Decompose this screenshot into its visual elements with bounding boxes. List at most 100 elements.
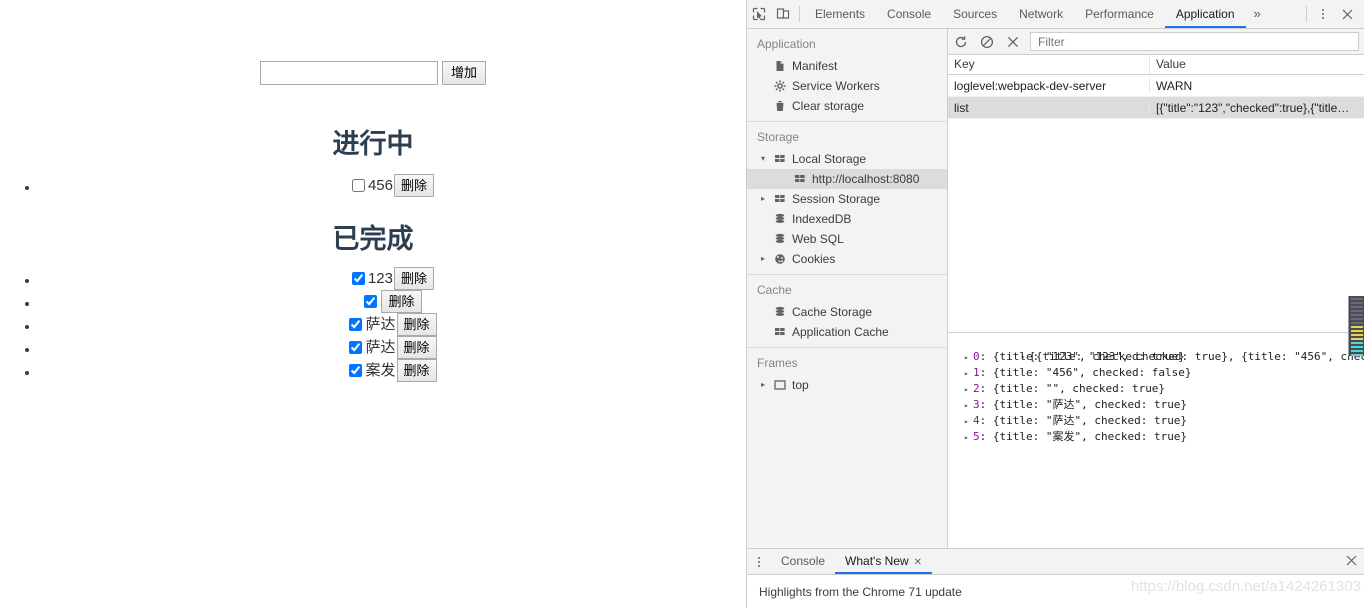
sidebar-item-service-workers[interactable]: Service Workers: [747, 76, 947, 96]
sidebar-storage-items: ▾ Local Storage http://localhost:8080 ▸ Sess…: [747, 149, 947, 269]
chevron-right-icon[interactable]: ▸: [964, 382, 973, 398]
preview-root-line[interactable]: ▾ [{title: "123", checked: true}, {title:…: [948, 333, 1364, 363]
tab-application[interactable]: Application: [1165, 0, 1246, 28]
column-header-value: Value: [1156, 57, 1186, 71]
devtools-tabbar-right: [1302, 2, 1364, 26]
list-item: 456删除: [40, 174, 746, 197]
sidebar-item-indexeddb[interactable]: IndexedDB: [747, 209, 947, 229]
sidebar-item-cookies[interactable]: ▸ Cookies: [747, 249, 947, 269]
list-item: 案发删除: [40, 359, 746, 382]
web-page-viewport: 增加 进行中 456删除 已完成 123删除删除萨达删除萨达删除案发删除: [0, 0, 746, 608]
todo-checkbox[interactable]: [349, 341, 363, 354]
sidebar-item-local-storage[interactable]: ▾ Local Storage: [747, 149, 947, 169]
inspect-element-icon[interactable]: [747, 2, 771, 26]
todo-input[interactable]: [260, 61, 438, 85]
clear-prohibition-icon[interactable]: [974, 29, 1000, 54]
preview-entry-text: : {title: "案发", checked: true}: [979, 430, 1188, 443]
refresh-icon[interactable]: [948, 29, 974, 54]
todo-checkbox[interactable]: [351, 272, 365, 285]
todo-title: 萨达: [365, 339, 396, 356]
filter-box[interactable]: [1030, 32, 1359, 51]
sidebar-item-top[interactable]: ▸ top: [747, 375, 947, 395]
table-row[interactable]: loglevel:webpack-dev-server WARN: [948, 75, 1364, 97]
more-tabs-button[interactable]: »: [1246, 0, 1269, 28]
drawer-tab-close-icon[interactable]: ✕: [914, 557, 922, 568]
chevron-right-icon[interactable]: ▸: [964, 366, 973, 382]
preview-entry-index: 3: [973, 398, 980, 411]
chevron-right-icon[interactable]: ▸: [964, 414, 973, 430]
todo-title: 456: [367, 177, 393, 194]
drawer-tab-what-s-new[interactable]: What's New ✕: [835, 549, 932, 574]
sidebar-item-session-storage[interactable]: ▸ Session Storage: [747, 189, 947, 209]
delete-x-icon[interactable]: [1000, 29, 1026, 54]
sidebar-item-label: Local Storage: [792, 152, 867, 166]
sidebar-item-cache-storage[interactable]: Cache Storage: [747, 302, 947, 322]
doing-section-title: 进行中: [332, 129, 414, 159]
chevron-right-icon[interactable]: ▸: [761, 375, 771, 395]
sidebar-item-manifest[interactable]: Manifest: [747, 56, 947, 76]
tab-performance[interactable]: Performance: [1074, 0, 1165, 28]
chevron-right-icon[interactable]: ▸: [964, 350, 973, 366]
sidebar-item-web-sql[interactable]: Web SQL: [747, 229, 947, 249]
database-icon: [771, 233, 789, 245]
column-header-key: Key: [948, 55, 1150, 74]
database-icon: [771, 306, 789, 318]
preview-entry-text: : {title: "萨达", checked: true}: [979, 398, 1188, 411]
sidebar-item-label: Application Cache: [792, 325, 889, 339]
preview-entry[interactable]: ▸ 4: {title: "萨达", checked: true}: [948, 413, 1364, 429]
todo-title: 123: [367, 270, 393, 287]
preview-entry[interactable]: ▸ 1: {title: "456", checked: false}: [948, 365, 1364, 381]
todo-row: 456删除: [351, 174, 435, 197]
table-row[interactable]: list [{"title":"123","checked":true},{"ti…: [948, 97, 1364, 119]
todo-row: 萨达删除: [349, 313, 437, 336]
tab-network[interactable]: Network: [1008, 0, 1074, 28]
watermark: https://blog.csdn.net/a1424261303: [1130, 578, 1361, 595]
list-item: 删除: [40, 290, 746, 313]
storage-grid-icon: [771, 153, 789, 165]
document-icon: [771, 60, 789, 72]
edge-overlay-widget: [1348, 296, 1364, 356]
delete-todo-button[interactable]: 删除: [394, 267, 435, 290]
sidebar-cache-items: Cache Storage Application Cache: [747, 302, 947, 342]
storage-grid-icon: [771, 326, 789, 338]
drawer-tab-console[interactable]: Console: [771, 549, 835, 574]
drawer-kebab-menu-icon[interactable]: [747, 550, 771, 574]
delete-todo-button[interactable]: 删除: [396, 313, 437, 336]
delete-todo-button[interactable]: 删除: [396, 359, 437, 382]
todo-row: 案发删除: [349, 359, 437, 382]
sidebar-item-http-localhost-8080[interactable]: http://localhost:8080: [747, 169, 947, 189]
chevron-right-icon[interactable]: ▸: [964, 430, 973, 446]
kebab-menu-icon[interactable]: [1311, 2, 1335, 26]
chevron-right-icon[interactable]: ▸: [761, 189, 771, 209]
sidebar-application-items: Manifest Service Workers Clear storage: [747, 56, 947, 116]
delete-todo-button[interactable]: 删除: [381, 290, 422, 313]
preview-entry[interactable]: ▸ 3: {title: "萨达", checked: true}: [948, 397, 1364, 413]
sidebar-item-clear-storage[interactable]: Clear storage: [747, 96, 947, 116]
delete-todo-button[interactable]: 删除: [394, 174, 435, 197]
devtools-tab-list: Elements Console Sources Network Performance…: [804, 0, 1246, 28]
todo-checkbox[interactable]: [349, 318, 363, 331]
tab-sources[interactable]: Sources: [942, 0, 1008, 28]
tab-elements[interactable]: Elements: [804, 0, 876, 28]
close-icon[interactable]: [1335, 2, 1359, 26]
sidebar-item-application-cache[interactable]: Application Cache: [747, 322, 947, 342]
sidebar-item-label: Manifest: [792, 59, 838, 73]
device-toolbar-icon[interactable]: [771, 2, 795, 26]
todo-checkbox[interactable]: [351, 179, 365, 192]
storage-key-value-table: Key Value loglevel:webpack-dev-server WAR…: [948, 55, 1364, 352]
preview-entry[interactable]: ▸ 2: {title: "", checked: true}: [948, 381, 1364, 397]
chevron-right-icon[interactable]: ▸: [761, 249, 771, 269]
chevron-down-icon[interactable]: ▾: [761, 149, 771, 169]
add-todo-button[interactable]: 增加: [442, 61, 487, 85]
filter-input[interactable]: [1036, 33, 1353, 50]
tab-console[interactable]: Console: [876, 0, 942, 28]
todo-checkbox[interactable]: [349, 364, 363, 377]
todo-checkbox[interactable]: [364, 295, 378, 308]
preview-entry[interactable]: ▸ 5: {title: "案发", checked: true}: [948, 429, 1364, 445]
frame-icon: [771, 379, 789, 391]
storage-table-rows: loglevel:webpack-dev-server WARN list [{"ti…: [948, 75, 1364, 119]
screen: 增加 进行中 456删除 已完成 123删除删除萨达删除萨达删除案发删除 Ele…: [0, 0, 1364, 609]
chevron-right-icon[interactable]: ▸: [964, 398, 973, 414]
drawer-close-icon[interactable]: [1346, 555, 1364, 569]
delete-todo-button[interactable]: 删除: [396, 336, 437, 359]
